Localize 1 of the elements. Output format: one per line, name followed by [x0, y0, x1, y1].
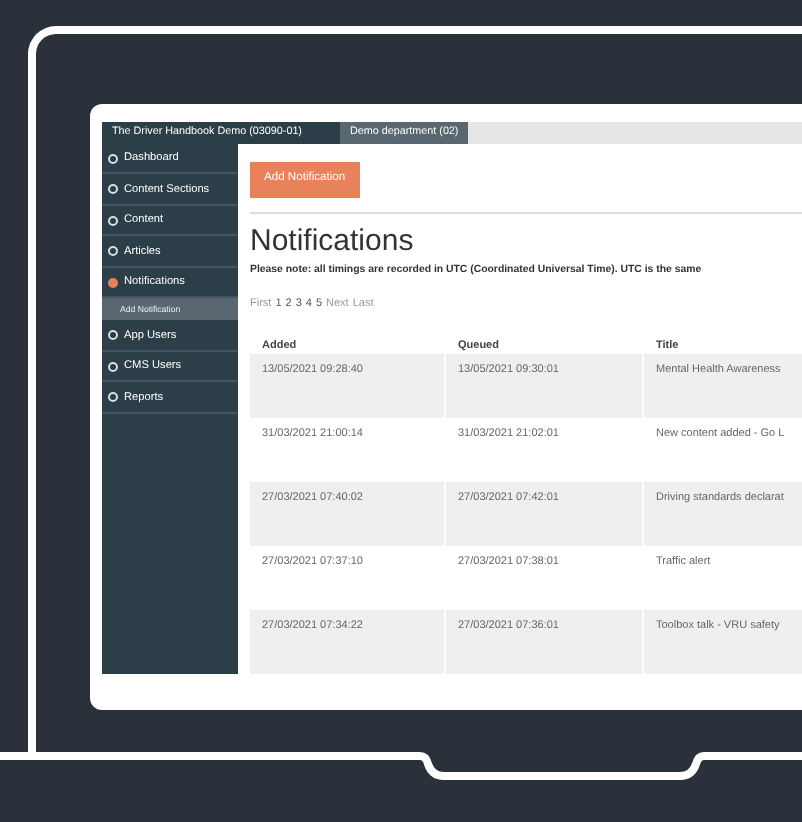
- page-title: Notifications: [250, 223, 416, 260]
